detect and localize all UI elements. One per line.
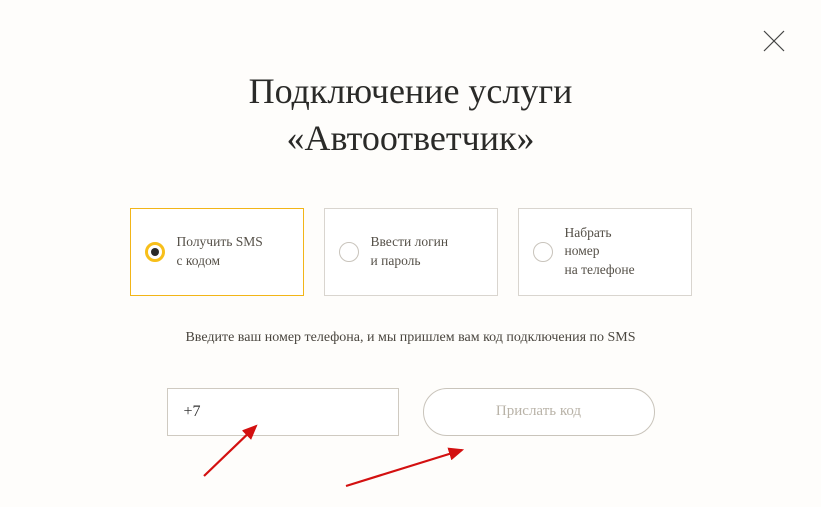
send-code-button[interactable]: Прислать код <box>423 388 655 436</box>
annotation-arrow-left <box>200 420 270 485</box>
option-login-password[interactable]: Ввести логини пароль <box>324 208 498 296</box>
title-line-1: Подключение услуги <box>0 68 821 115</box>
modal-title: Подключение услуги «Автоответчик» <box>0 68 821 162</box>
instruction-text: Введите ваш номер телефона, и мы пришлем… <box>0 330 821 346</box>
option-label: Ввести логини пароль <box>371 233 449 269</box>
option-dial-number[interactable]: Набратьномерна телефоне <box>518 208 692 296</box>
auth-method-options: Получить SMSс кодом Ввести логини пароль… <box>0 208 821 296</box>
option-label: Набратьномерна телефоне <box>565 224 635 279</box>
arrow-icon <box>200 420 270 480</box>
option-label: Получить SMSс кодом <box>177 233 263 269</box>
option-sms-code[interactable]: Получить SMSс кодом <box>130 208 304 296</box>
close-icon <box>763 30 785 52</box>
radio-icon <box>339 242 359 262</box>
radio-icon <box>533 242 553 262</box>
annotation-arrow-right <box>342 442 472 497</box>
title-line-2: «Автоответчик» <box>0 115 821 162</box>
close-button[interactable] <box>763 30 785 57</box>
phone-form-row: Прислать код <box>0 388 821 436</box>
arrow-icon <box>342 442 472 492</box>
radio-selected-icon <box>145 242 165 262</box>
service-connect-modal: Подключение услуги «Автоответчик» Получи… <box>0 0 821 507</box>
